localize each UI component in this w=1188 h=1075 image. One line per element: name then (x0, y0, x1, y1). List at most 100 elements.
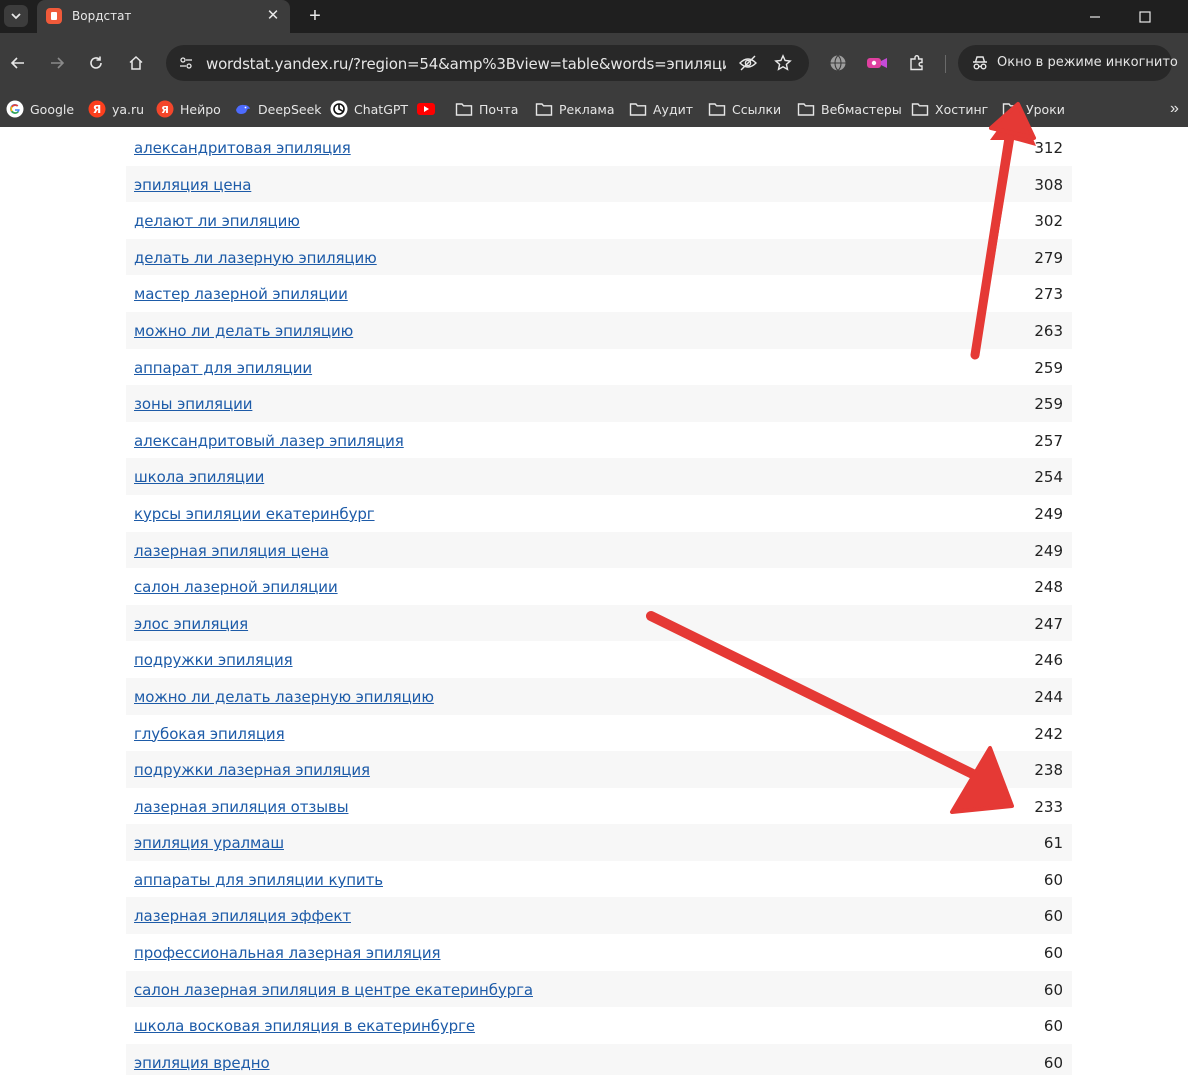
query-link[interactable]: салон лазерной эпиляции (134, 578, 338, 596)
incognito-icon (970, 53, 990, 73)
new-tab-button[interactable]: + (304, 5, 326, 27)
query-count: 238 (1034, 761, 1063, 780)
query-link[interactable]: подружки эпиляция (134, 651, 293, 669)
query-link[interactable]: александритовый лазер эпиляция (134, 432, 404, 450)
arrow-right-icon (51, 57, 65, 69)
maximize-button[interactable] (1122, 0, 1168, 33)
bookmark-folder-webmasters[interactable]: Вебмастеры (797, 97, 902, 121)
bookmark-deepseek[interactable]: DeepSeek (234, 97, 322, 121)
query-count: 249 (1034, 541, 1063, 560)
tab-strip: Вордстат ✕ + (0, 0, 1188, 33)
query-link[interactable]: мастер лазерной эпиляции (134, 285, 348, 303)
bookmark-folder-uroki[interactable]: Уроки (1002, 97, 1065, 121)
query-count: 60 (1043, 1017, 1063, 1036)
tab-list-button[interactable] (4, 5, 28, 27)
query-link[interactable]: курсы эпиляции екатеринбург (134, 505, 375, 523)
bookmarks-overflow-icon[interactable]: » (1170, 99, 1188, 119)
query-link[interactable]: зоны эпиляции (134, 395, 252, 413)
extensions-button[interactable] (904, 50, 930, 76)
query-link[interactable]: делать ли лазерную эпиляцию (134, 249, 377, 267)
query-count: 257 (1034, 431, 1063, 450)
eye-off-icon (739, 55, 757, 71)
folder-icon (629, 100, 647, 118)
query-link[interactable]: аппараты для эпиляции купить (134, 871, 383, 889)
tab-title: Вордстат (72, 9, 132, 23)
table-row: эпиляция цена 308 (126, 165, 1072, 203)
bookmark-chatgpt[interactable]: ChatGPT (330, 97, 408, 121)
query-count: 259 (1034, 395, 1063, 414)
bookmark-youtube[interactable] (417, 97, 435, 121)
video-extension-button[interactable] (864, 50, 890, 76)
query-link[interactable]: можно ли делать лазерную эпиляцию (134, 688, 434, 706)
bookmark-star-button[interactable] (771, 51, 795, 75)
query-link[interactable]: лазерная эпиляция эффект (134, 907, 351, 925)
bookmark-google[interactable]: Google (6, 97, 74, 121)
query-link[interactable]: лазерная эпиляция цена (134, 542, 329, 560)
query-link[interactable]: профессиональная лазерная эпиляция (134, 944, 441, 962)
table-row: мастер лазерной эпиляции 273 (126, 275, 1072, 312)
query-link[interactable]: делают ли эпиляцию (134, 212, 300, 230)
url-text[interactable]: wordstat.yandex.ru/?region=54&amp%3Bview… (206, 55, 726, 73)
query-count: 259 (1034, 358, 1063, 377)
site-info-button[interactable] (174, 51, 198, 75)
active-tab[interactable]: Вордстат ✕ (37, 0, 290, 33)
query-link[interactable]: элос эпиляция (134, 615, 248, 633)
close-tab-icon[interactable]: ✕ (265, 8, 281, 24)
table-row: александритовая эпиляция 312 (126, 129, 1072, 166)
query-link[interactable]: эпиляция цена (134, 176, 251, 194)
forward-button[interactable] (44, 50, 70, 76)
chevron-down-icon (11, 13, 21, 20)
query-count: 273 (1034, 285, 1063, 304)
query-count: 60 (1043, 870, 1063, 889)
home-icon (129, 55, 143, 70)
reload-button[interactable] (83, 50, 109, 76)
bookmark-neuro[interactable]: Я Нейро (156, 97, 221, 121)
table-row: курсы эпиляции екатеринбург 249 (126, 495, 1072, 532)
table-row: салон лазерная эпиляция в центре екатери… (126, 970, 1072, 1008)
bookmark-label: Ссылки (732, 101, 782, 117)
query-link[interactable]: подружки лазерная эпиляция (134, 761, 370, 779)
query-link[interactable]: александритовая эпиляция (134, 139, 351, 157)
browser-chrome: Вордстат ✕ + wordstat.yandex.ru/?region=… (0, 0, 1188, 127)
query-count: 302 (1034, 212, 1063, 231)
results-table: александритовая эпиляция 312 эпиляция цена… (126, 129, 1072, 1075)
toolbar: wordstat.yandex.ru/?region=54&amp%3Bview… (0, 33, 1188, 93)
table-row: александритовый лазер эпиляция 257 (126, 422, 1072, 459)
query-link[interactable]: эпиляция вредно (134, 1054, 270, 1072)
deepseek-icon (234, 100, 252, 118)
query-link[interactable]: эпиляция уралмаш (134, 834, 284, 852)
table-row: аппарат для эпиляции 259 (126, 349, 1072, 386)
query-count: 312 (1034, 139, 1063, 157)
query-link[interactable]: можно ли делать эпиляцию (134, 322, 353, 340)
tracking-protection-button[interactable] (736, 51, 760, 75)
neuro-icon: Я (156, 100, 174, 118)
puzzle-icon (910, 55, 923, 71)
bookmark-folder-ssylki[interactable]: Ссылки (708, 97, 781, 121)
maximize-icon (1139, 10, 1151, 23)
table-row: можно ли делать эпиляцию 263 (126, 311, 1072, 349)
bookmark-folder-hosting[interactable]: Хостинг (911, 97, 988, 121)
query-link[interactable]: аппарат для эпиляции (134, 359, 312, 377)
query-count: 60 (1043, 907, 1063, 926)
translate-extension-button[interactable] (825, 50, 851, 76)
minimize-button[interactable] (1072, 0, 1118, 33)
table-row: подружки эпиляция 246 (126, 641, 1072, 678)
bookmark-ya-ru[interactable]: Я ya.ru (88, 97, 144, 121)
query-link[interactable]: лазерная эпиляция отзывы (134, 798, 349, 816)
address-bar[interactable]: wordstat.yandex.ru/?region=54&amp%3Bview… (166, 45, 809, 81)
bookmark-folder-audit[interactable]: Аудит (629, 97, 693, 121)
bookmark-folder-pochta[interactable]: Почта (455, 97, 518, 121)
incognito-indicator[interactable]: Окно в режиме инкогнито (958, 45, 1178, 81)
folder-icon (797, 100, 815, 118)
query-count: 61 (1043, 834, 1063, 853)
query-link[interactable]: салон лазерная эпиляция в центре екатери… (134, 981, 533, 999)
back-button[interactable] (5, 50, 31, 76)
home-button[interactable] (123, 50, 149, 76)
google-icon (6, 100, 24, 118)
query-link[interactable]: школа эпиляции (134, 468, 264, 486)
query-link[interactable]: школа восковая эпиляция в екатеринбурге (134, 1017, 475, 1035)
query-link[interactable]: глубокая эпиляция (134, 725, 285, 743)
bookmark-label: Почта (479, 101, 519, 117)
bookmark-folder-reklama[interactable]: Реклама (535, 97, 615, 121)
table-row: эпиляция вредно 60 (126, 1043, 1072, 1075)
